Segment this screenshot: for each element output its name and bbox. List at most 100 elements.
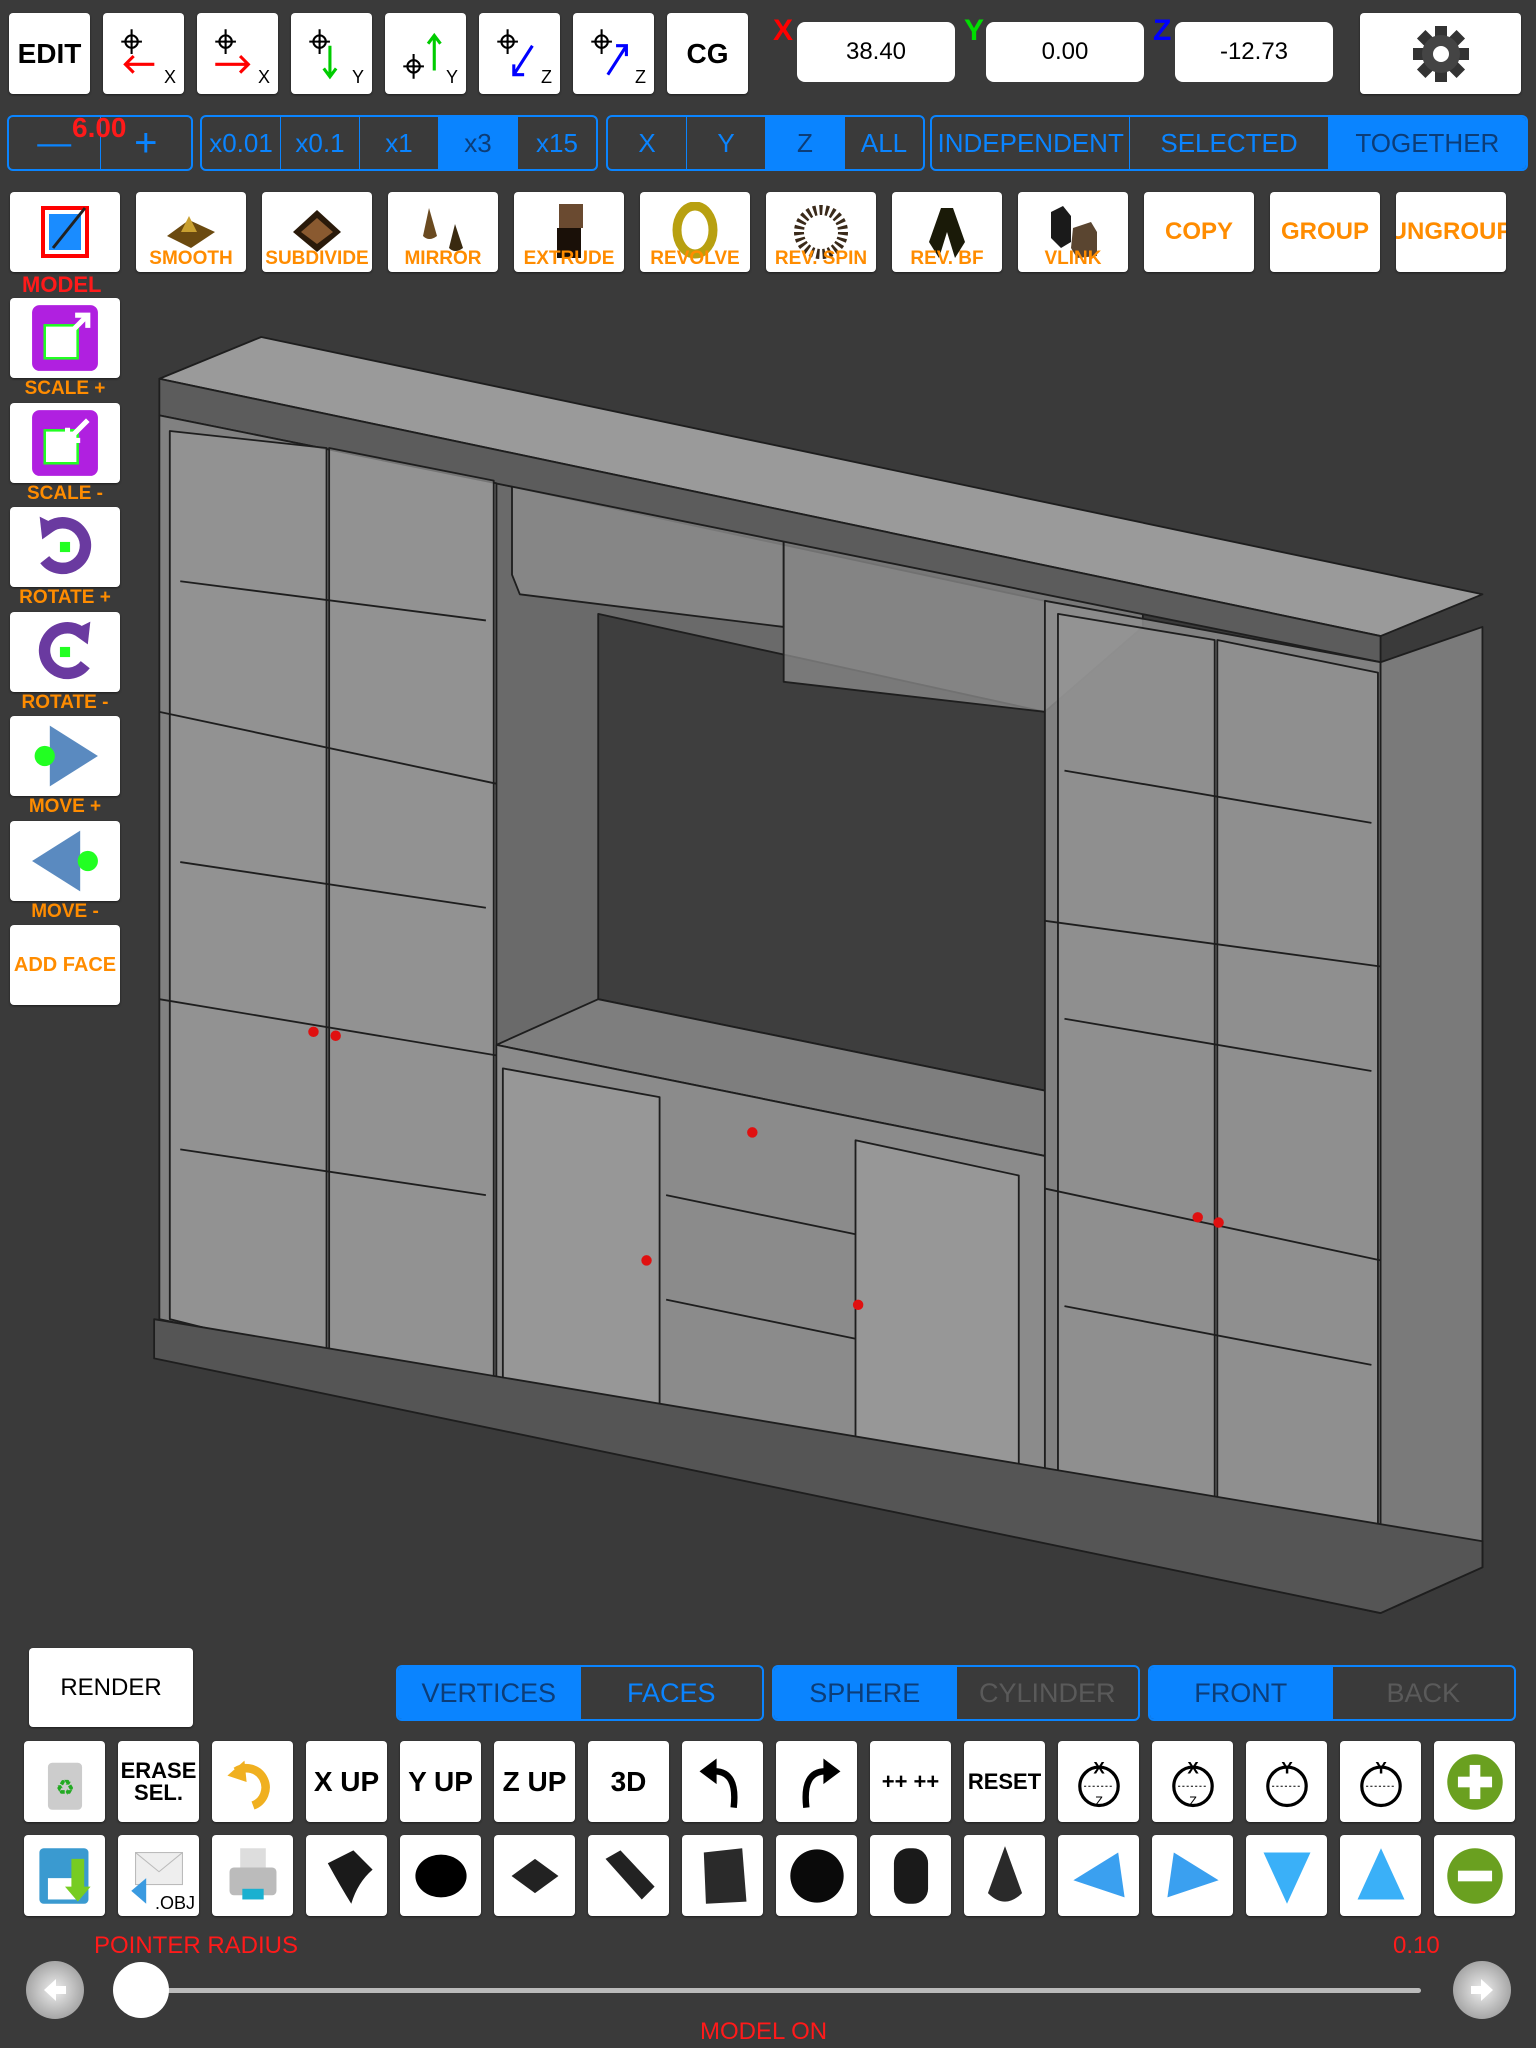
move-minus-button[interactable]	[10, 821, 120, 901]
export-obj-button[interactable]: .OBJ	[118, 1835, 199, 1916]
segment-z[interactable]: Z	[766, 117, 845, 169]
edit-button[interactable]: EDIT	[9, 13, 90, 94]
arrow-left-blue-button[interactable]	[1058, 1835, 1139, 1916]
segment-x0-1[interactable]: x0.1	[281, 117, 360, 169]
segment-x0-01[interactable]: x0.01	[202, 117, 281, 169]
cg-button[interactable]: CG	[667, 13, 748, 94]
slider-thumb[interactable]	[113, 1962, 169, 2018]
bent-plane-button[interactable]	[588, 1835, 669, 1916]
slider-decrease-button[interactable]	[26, 1961, 84, 2019]
tool-vlink-button[interactable]: VLINK	[1018, 192, 1128, 272]
y-up-button[interactable]: Y UP	[400, 1741, 481, 1822]
add-face-button[interactable]: ADD FACE	[10, 925, 120, 1005]
arrow-right-blue-button[interactable]	[1152, 1835, 1233, 1916]
segment-x15[interactable]: x15	[518, 117, 596, 169]
3d-button[interactable]: 3D	[588, 1741, 669, 1822]
cone-button[interactable]	[964, 1835, 1045, 1916]
tool-rev-bf-button[interactable]: REV. BF	[892, 192, 1002, 272]
rotate-xz-ccw-button[interactable]: XZ	[1058, 1741, 1139, 1822]
rotate-y-cw-icon: Y	[1359, 1758, 1402, 1807]
segment-all[interactable]: ALL	[845, 117, 923, 169]
rotate-plus-button[interactable]	[10, 507, 120, 587]
segment-vertices[interactable]: VERTICES	[398, 1667, 581, 1719]
tool-smooth-button[interactable]: SMOOTH	[136, 192, 246, 272]
coord-field-y[interactable]: 0.00	[986, 22, 1144, 82]
mode-segment: INDEPENDENT SELECTED TOGETHER	[930, 115, 1528, 171]
scale-plus-button[interactable]	[10, 298, 120, 378]
print-icon	[229, 1847, 276, 1899]
save-icon	[38, 1847, 91, 1904]
slider-increase-button[interactable]	[1453, 1961, 1511, 2019]
cylinder-button[interactable]	[870, 1835, 951, 1916]
axis-label-z: Z	[1153, 14, 1172, 47]
rotate-xz-cw-button[interactable]: XZ	[1152, 1741, 1233, 1822]
move-right-x-button[interactable]: X	[197, 13, 278, 94]
arrow-left-icon	[44, 1979, 66, 2001]
scale-minus-button[interactable]	[10, 403, 120, 483]
coord-field-z[interactable]: -12.73	[1175, 22, 1333, 82]
side-tool-label: SCALE -	[27, 483, 103, 504]
segment-x1[interactable]: x1	[360, 117, 439, 169]
tool-ungroup-button[interactable]: UNGROUP	[1396, 192, 1506, 272]
print-button[interactable]	[212, 1835, 293, 1916]
move-up-y-button[interactable]: Y	[385, 13, 466, 94]
sphere-button[interactable]	[776, 1835, 857, 1916]
rotate-xz-cw-icon: XZ	[1171, 1758, 1214, 1808]
svg-text:X: X	[1093, 1758, 1105, 1777]
settings-button[interactable]	[1360, 13, 1521, 94]
tool-extrude-button[interactable]: EXTRUDE	[514, 192, 624, 272]
slider-track[interactable]	[141, 1988, 1421, 1993]
tool-label: REV. SPIN	[774, 248, 868, 269]
move-in-z-button[interactable]: Z	[479, 13, 560, 94]
arrow-up-blue-button[interactable]	[1340, 1835, 1421, 1916]
tool-model-button[interactable]	[10, 192, 120, 272]
tool-subdivide-button[interactable]: SUBDIVIDE	[262, 192, 372, 272]
redo-button[interactable]	[776, 1741, 857, 1822]
trash-button[interactable]: ♻	[24, 1741, 105, 1822]
axis-letter: X	[163, 67, 176, 87]
disc-button[interactable]	[400, 1835, 481, 1916]
z-up-button[interactable]: Z UP	[494, 1741, 575, 1822]
rotate-y-cw-button[interactable]: Y	[1340, 1741, 1421, 1822]
segment-independent[interactable]: INDEPENDENT	[932, 117, 1131, 169]
move-plus-button[interactable]	[10, 716, 120, 796]
move-out-z-button[interactable]: Z	[573, 13, 654, 94]
render-button[interactable]: RENDER	[29, 1648, 193, 1727]
move-down-y-button[interactable]: Y	[291, 13, 372, 94]
zoom-out-minus-button[interactable]	[1434, 1835, 1515, 1916]
segment-y[interactable]: Y	[687, 117, 766, 169]
side-tool-label: SCALE +	[24, 378, 106, 399]
rotate-minus-button[interactable]	[10, 612, 120, 692]
curved-plane-button[interactable]	[306, 1835, 387, 1916]
square-plane-button[interactable]	[494, 1835, 575, 1916]
tool-mirror-button[interactable]: MIRROR	[388, 192, 498, 272]
segment-x[interactable]: X	[608, 117, 687, 169]
axis-label-y: Y	[964, 14, 985, 47]
undo-button[interactable]	[682, 1741, 763, 1822]
x-up-button[interactable]: X UP	[306, 1741, 387, 1822]
arrow-down-blue-button[interactable]	[1246, 1835, 1327, 1916]
segment-selected[interactable]: SELECTED	[1130, 117, 1329, 169]
segment-together[interactable]: TOGETHER	[1328, 117, 1526, 169]
tool-group-button[interactable]: GROUP	[1270, 192, 1380, 272]
move-left-x-button[interactable]: X	[103, 13, 184, 94]
segment-cylinder[interactable]: CYLINDER	[957, 1667, 1139, 1719]
--button[interactable]: ++ ++	[870, 1741, 951, 1822]
segment-front[interactable]: FRONT	[1150, 1667, 1333, 1719]
zoom-in-plus-button[interactable]	[1434, 1741, 1515, 1822]
save-button[interactable]	[24, 1835, 105, 1916]
rotate-y-ccw-button[interactable]: Y	[1246, 1741, 1327, 1822]
reset-button[interactable]: RESET	[964, 1741, 1045, 1822]
cube-button[interactable]	[682, 1835, 763, 1916]
segment-faces[interactable]: FACES	[581, 1667, 763, 1719]
arrow-left-blue-icon	[1072, 1852, 1125, 1897]
erase-sel--button[interactable]: ERASE SEL.	[118, 1741, 199, 1822]
segment-back[interactable]: BACK	[1333, 1667, 1515, 1719]
coord-field-x[interactable]: 38.40	[797, 22, 955, 82]
tool-revolve-button[interactable]: REVOLVE	[640, 192, 750, 272]
tool-copy-button[interactable]: COPY	[1144, 192, 1254, 272]
tool-rev-spin-button[interactable]: REV. SPIN	[766, 192, 876, 272]
undo-curve-button[interactable]	[212, 1741, 293, 1822]
segment-sphere[interactable]: SPHERE	[774, 1667, 957, 1719]
segment-x3[interactable]: x3	[439, 117, 518, 169]
